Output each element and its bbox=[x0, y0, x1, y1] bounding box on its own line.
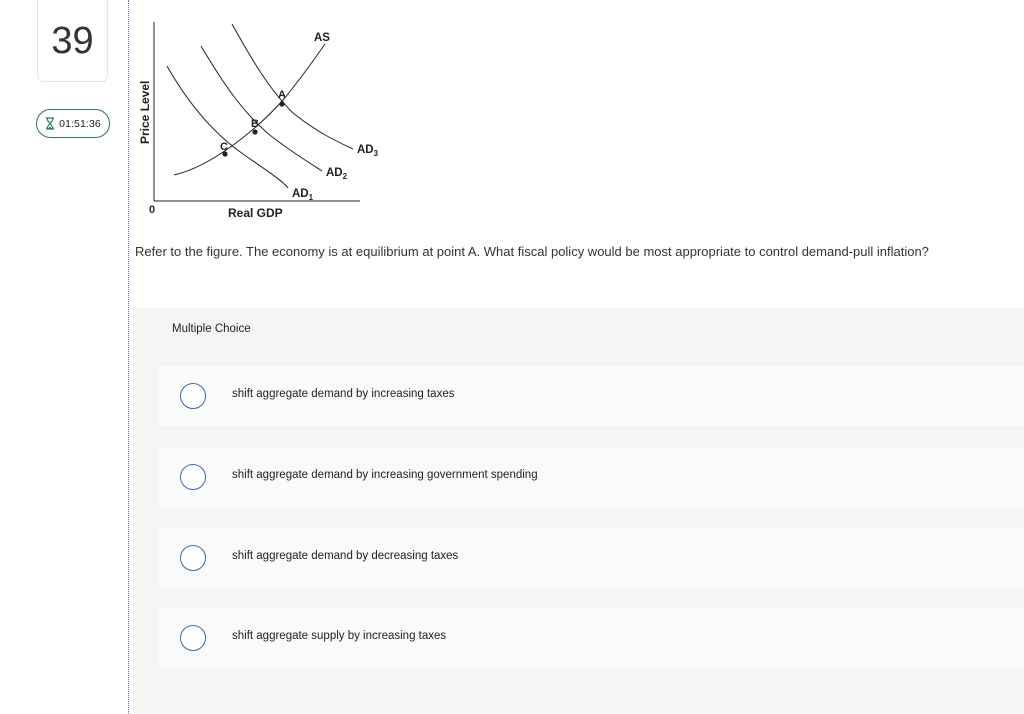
question-number-box: 39 bbox=[37, 0, 108, 82]
answer-option-2[interactable]: shift aggregate demand by increasing gov… bbox=[158, 447, 1024, 507]
hourglass-icon bbox=[45, 117, 55, 130]
ad1-label-main: AD bbox=[292, 188, 309, 200]
question-number: 39 bbox=[51, 20, 94, 62]
point-a-dot bbox=[279, 101, 285, 107]
answer-option-3-text: shift aggregate demand by decreasing tax… bbox=[232, 550, 459, 562]
point-b-dot bbox=[252, 129, 258, 135]
column-divider bbox=[128, 0, 129, 714]
answer-option-4-text: shift aggregate supply by increasing tax… bbox=[232, 630, 447, 642]
ad1-label-sub: 1 bbox=[309, 193, 314, 202]
ad3-label-main: AD bbox=[357, 144, 374, 156]
ad3-curve bbox=[231, 23, 354, 150]
ad1-label: AD1 bbox=[292, 188, 314, 202]
answer-option-2-text: shift aggregate demand by increasing gov… bbox=[232, 469, 538, 481]
ad3-label: AD3 bbox=[357, 144, 379, 158]
y-axis-label: Price Level bbox=[138, 81, 152, 144]
radio-button-3[interactable] bbox=[180, 545, 206, 571]
ad2-label-main: AD bbox=[326, 167, 343, 179]
ad2-label: AD2 bbox=[326, 167, 348, 181]
answer-option-1[interactable]: shift aggregate demand by increasing tax… bbox=[158, 366, 1024, 426]
as-label: AS bbox=[314, 32, 330, 44]
ad-as-diagram: C B A AS AD3 AD2 AD1 0 Real GDP Price Le… bbox=[138, 22, 379, 220]
question-text: Refer to the figure. The economy is at e… bbox=[135, 244, 929, 259]
ad3-label-sub: 3 bbox=[374, 149, 379, 158]
x-axis-label: Real GDP bbox=[228, 206, 283, 220]
radio-button-1[interactable] bbox=[180, 383, 206, 409]
timer-text: 01:51:36 bbox=[59, 117, 101, 130]
radio-button-2[interactable] bbox=[180, 464, 206, 490]
multiple-choice-label: Multiple Choice bbox=[172, 323, 251, 335]
point-b-label: B bbox=[251, 118, 259, 130]
answer-option-1-text: shift aggregate demand by increasing tax… bbox=[232, 388, 455, 400]
ad2-label-sub: 2 bbox=[343, 172, 348, 181]
point-c-label: C bbox=[220, 141, 228, 153]
answer-option-4[interactable]: shift aggregate supply by increasing tax… bbox=[158, 608, 1024, 668]
timer-badge: 01:51:36 bbox=[36, 109, 110, 138]
radio-button-4[interactable] bbox=[180, 625, 206, 651]
ad1-curve bbox=[166, 65, 289, 189]
multiple-choice-panel: Multiple Choice shift aggregate demand b… bbox=[132, 308, 1024, 714]
point-a-label: A bbox=[278, 89, 286, 101]
ad-as-figure: C B A AS AD3 AD2 AD1 0 Real GDP Price Le… bbox=[133, 18, 393, 228]
origin-label: 0 bbox=[149, 204, 155, 216]
answer-option-3[interactable]: shift aggregate demand by decreasing tax… bbox=[158, 528, 1024, 588]
